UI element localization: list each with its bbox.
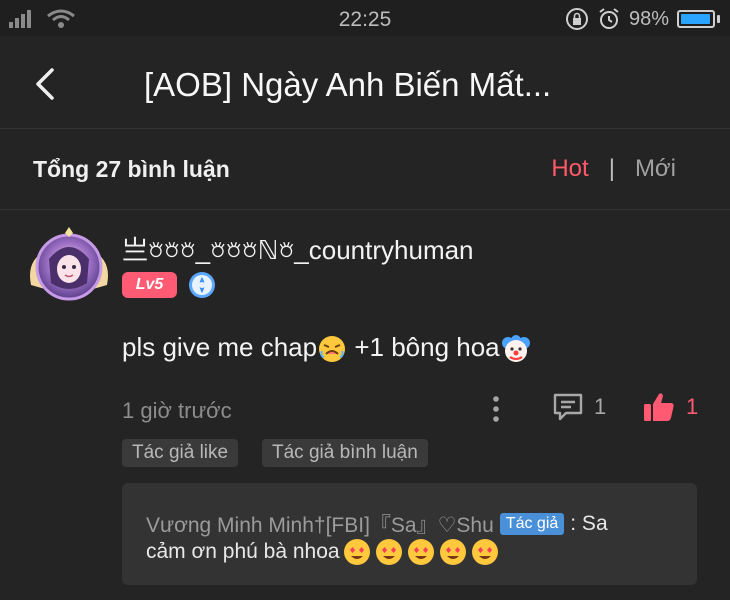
- heart-eyes-emoji-row: [342, 537, 500, 567]
- header-divider: [0, 128, 730, 129]
- back-arrow-icon[interactable]: [30, 64, 70, 104]
- comment-count: Tổng 27 bình luận: [33, 156, 230, 182]
- comment-item: 亗𖠶𖠶𖠶_𖠶𖠶𖠶ℕ𖠶_countryhuman Lv5 pls give me …: [0, 210, 730, 600]
- reply-body: cảm ơn phú bà nhoa: [146, 537, 500, 567]
- user-avatar[interactable]: [27, 225, 111, 309]
- comment-text-main: pls give me chap: [122, 332, 318, 362]
- reply-count: 1: [594, 394, 607, 419]
- author-replied-tag: Tác giả bình luận: [262, 439, 428, 467]
- comment-bubble-icon: [553, 393, 583, 421]
- verified-badge-icon: [189, 272, 215, 298]
- comment-timestamp: 1 giờ trước: [122, 398, 232, 423]
- author-liked-tag: Tác giả like: [122, 439, 239, 467]
- clown-face-emoji-icon: [501, 335, 530, 363]
- reply-header: Vương Minh Minh†[FBI]『Sa』♡Shu Tác giả : …: [146, 509, 608, 539]
- sort-separator: |: [608, 155, 615, 182]
- battery-percent: 98%: [628, 7, 669, 30]
- reply-button[interactable]: 1: [552, 392, 606, 422]
- username[interactable]: 亗𖠶𖠶𖠶_𖠶𖠶𖠶ℕ𖠶_countryhuman: [122, 230, 474, 267]
- status-right-icons: 98%: [565, 7, 720, 31]
- more-options-icon[interactable]: [490, 394, 502, 424]
- heart-eyes-emoji-icon: [439, 539, 466, 565]
- crying-face-emoji-icon: [319, 336, 346, 363]
- reply-text: cảm ơn phú bà nhoa: [146, 540, 340, 563]
- sort-toggle: Hot | Mới: [551, 155, 676, 183]
- battery-icon: [677, 10, 715, 28]
- author-label-badge: Tác giả: [499, 513, 565, 535]
- page-title: [AOB] Ngày Anh Biến Mất...: [144, 66, 552, 103]
- sort-hot-tab[interactable]: Hot: [551, 155, 588, 183]
- like-button[interactable]: 1: [642, 391, 698, 423]
- like-count: 1: [686, 394, 699, 419]
- sort-new-tab[interactable]: Mới: [635, 155, 676, 183]
- level-badge: Lv5: [122, 272, 177, 298]
- comment-text: pls give me chap +1 bông hoa: [122, 332, 532, 365]
- heart-eyes-emoji-icon: [471, 539, 498, 565]
- heart-eyes-emoji-icon: [407, 539, 434, 565]
- reply-author-name[interactable]: Vương Minh Minh†[FBI]『Sa』♡Shu: [146, 509, 494, 539]
- status-bar: 22:25 98%: [0, 0, 730, 36]
- heart-eyes-emoji-icon: [375, 539, 402, 565]
- top-app-bar: [AOB] Ngày Anh Biến Mất...: [0, 36, 730, 128]
- reply-text-start: : Sa: [570, 512, 608, 535]
- author-reply-box[interactable]: Vương Minh Minh†[FBI]『Sa』♡Shu Tác giả : …: [122, 483, 697, 585]
- heart-eyes-emoji-icon: [343, 539, 370, 565]
- alarm-icon: [599, 8, 619, 29]
- comment-text-suffix: +1 bông hoa: [347, 332, 500, 362]
- thumbs-up-icon: [644, 393, 674, 421]
- lock-rotation-icon: [565, 8, 588, 30]
